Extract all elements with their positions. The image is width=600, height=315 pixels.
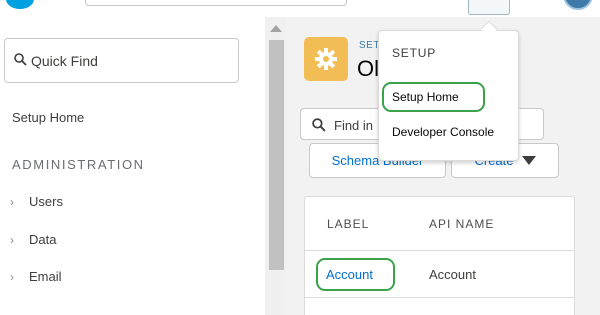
quick-find-input[interactable] [31,50,231,72]
sidebar-item-label: Email [29,269,62,284]
table-divider [305,250,575,251]
column-header-api-name[interactable]: API NAME [429,217,494,231]
chevron-right-icon: › [10,194,14,209]
setup-sidebar: Setup Home ADMINISTRATION › Users › Data… [0,17,265,315]
avatar[interactable] [563,0,593,10]
sidebar-item-email[interactable]: › Email [10,269,62,284]
search-icon [14,53,27,66]
sidebar-item-label: Users [29,194,63,209]
sidebar-item-label: Data [29,232,57,247]
menu-item-developer-console[interactable]: Developer Console [392,125,494,139]
chevron-right-icon: › [10,232,14,247]
sidebar-item-setup-home[interactable]: Setup Home [12,110,84,125]
setup-object-icon [304,37,348,81]
salesforce-logo[interactable] [5,0,35,10]
highlight-annotation [316,258,395,291]
sidebar-item-users[interactable]: › Users [10,194,63,209]
setup-gear-button[interactable] [468,0,510,15]
page-title: Ol [357,56,379,81]
setup-menu-heading: SETUP [392,46,437,60]
highlight-annotation [382,82,485,112]
caret-down-icon [521,156,536,165]
sidebar-item-data[interactable]: › Data [10,232,56,247]
table-row-api-name: Account [429,267,476,282]
scrollbar-thumb[interactable] [269,40,284,270]
chevron-right-icon: › [10,269,14,284]
quick-find-box[interactable] [4,38,239,83]
column-header-label[interactable]: LABEL [327,217,369,231]
global-header [0,0,600,17]
table-divider [305,297,575,298]
search-icon [312,118,326,132]
global-search-input[interactable] [85,0,347,6]
sidebar-section-heading: ADMINISTRATION [12,157,145,172]
scroll-up-arrow-icon[interactable] [270,25,282,32]
gear-icon [315,48,337,70]
breadcrumb: SET [359,40,380,51]
